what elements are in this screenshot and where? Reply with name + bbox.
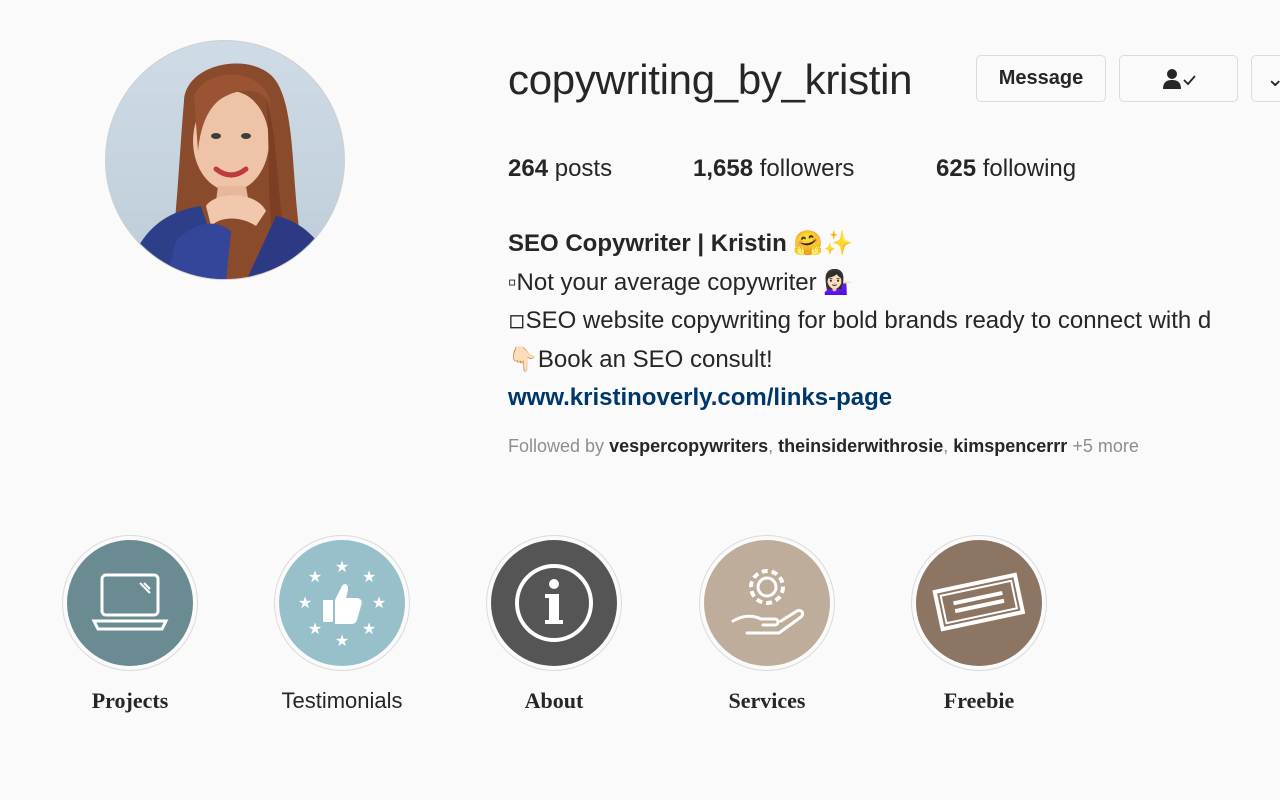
bio-line: ◽SEO website copywriting for bold brands…: [508, 307, 1212, 335]
more-options-button[interactable]: ⌄: [1251, 55, 1280, 102]
following-count: 625: [936, 155, 977, 182]
posts-label: posts: [554, 155, 613, 182]
highlight-freebie[interactable]: Freebie: [911, 535, 1047, 713]
highlight-label: Testimonials: [281, 688, 403, 713]
profile-photo: [126, 63, 336, 279]
svg-text:★: ★: [362, 569, 376, 586]
svg-text:★: ★: [335, 559, 349, 576]
highlight-services[interactable]: Services: [699, 535, 835, 713]
profile-avatar[interactable]: [105, 40, 345, 280]
following-button[interactable]: [1119, 55, 1238, 102]
free-stamp-icon: [932, 572, 1026, 632]
followers-count: 1,658: [693, 155, 754, 182]
profile-bio: SEO Copywriter | Kristin 🤗✨ ▫Not your av…: [508, 225, 1211, 418]
followed-by-more[interactable]: +5 more: [1072, 436, 1139, 456]
laptop-icon: [91, 573, 169, 631]
svg-text:★: ★: [308, 621, 322, 638]
highlight-testimonials[interactable]: ★ ★ ★ ★ ★ ★ ★ ★ Testimonials: [274, 535, 410, 713]
bio-line: 👇🏻Book an SEO consult!: [508, 345, 773, 373]
message-button[interactable]: Message: [976, 55, 1106, 102]
highlight-label: Projects: [91, 688, 169, 713]
thumbs-up-stars-icon: ★ ★ ★ ★ ★ ★ ★ ★: [298, 559, 386, 650]
follower-username[interactable]: kimspencerrr: [953, 436, 1067, 456]
stat-followers[interactable]: 1,658 followers: [693, 155, 854, 183]
profile-username: copywriting_by_kristin: [508, 56, 913, 103]
svg-text:★: ★: [298, 595, 312, 612]
highlight-about[interactable]: About: [486, 535, 622, 713]
followed-by-prefix: Followed by: [508, 436, 605, 456]
highlight-label: Services: [728, 688, 806, 713]
gear-hand-icon: [731, 569, 805, 635]
svg-text:★: ★: [308, 569, 322, 586]
follower-username[interactable]: vespercopywriters: [609, 436, 768, 456]
stat-posts[interactable]: 264 posts: [508, 155, 612, 183]
posts-count: 264: [508, 155, 549, 182]
highlight-label: Freebie: [943, 688, 1015, 713]
followers-label: followers: [759, 155, 855, 182]
info-icon: [515, 564, 593, 642]
chevron-down-icon: ⌄: [1266, 65, 1280, 91]
highlight-label: About: [524, 688, 584, 713]
person-check-icon: [1162, 68, 1196, 89]
bio-line: ▫Not your average copywriter 💁🏻‍♀️: [508, 268, 854, 296]
following-label: following: [982, 155, 1077, 182]
svg-text:★: ★: [335, 633, 349, 650]
followed-by[interactable]: Followed by vespercopywriters, theinside…: [508, 436, 1139, 457]
follower-username[interactable]: theinsiderwithrosie: [778, 436, 943, 456]
highlight-projects[interactable]: Projects: [62, 535, 198, 713]
bio-website-link[interactable]: www.kristinoverly.com/links-page: [508, 379, 1211, 418]
svg-text:★: ★: [362, 621, 376, 638]
stat-following[interactable]: 625 following: [936, 155, 1076, 183]
bio-name: SEO Copywriter | Kristin 🤗✨: [508, 230, 854, 257]
svg-text:★: ★: [372, 595, 386, 612]
